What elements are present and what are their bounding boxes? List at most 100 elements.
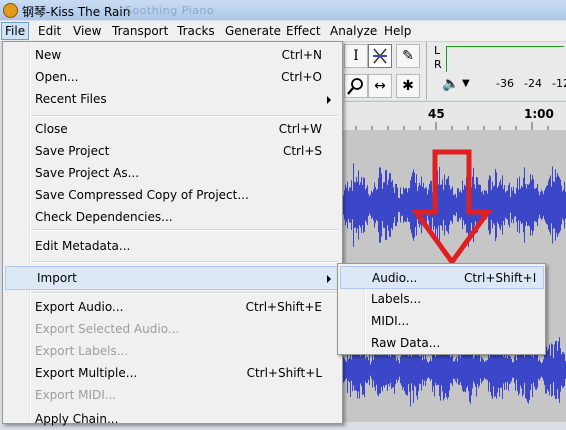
waveform-sample: [428, 189, 429, 221]
waveform-sample: [488, 179, 489, 231]
waveform-sample: [395, 183, 396, 227]
waveform-sample: [428, 362, 429, 378]
waveform-sample: [509, 182, 510, 228]
waveform-sample: [438, 184, 439, 226]
menu-transport[interactable]: Transport: [112, 24, 168, 38]
waveform-sample: [520, 188, 521, 222]
waveform-sample: [552, 344, 553, 396]
menu-file[interactable]: File: [1, 22, 30, 40]
waveform-sample: [521, 351, 522, 389]
waveform-sample: [534, 353, 535, 387]
waveform-sample: [494, 185, 495, 225]
submenu-item-raw-data[interactable]: Raw Data...: [340, 332, 542, 353]
waveform-sample: [551, 186, 552, 224]
submenu-item-label: MIDI...: [371, 314, 410, 328]
meter-right-label: R: [434, 58, 442, 71]
chevron-down-icon[interactable]: ▼: [462, 78, 470, 89]
waveform-sample: [368, 194, 369, 216]
menu-generate[interactable]: Generate: [225, 24, 281, 38]
waveform-sample: [439, 166, 440, 244]
submenu-item-audio[interactable]: Audio... Ctrl+Shift+I: [340, 266, 544, 289]
submenu-item-labels[interactable]: Labels...: [340, 288, 542, 309]
waveform-sample: [382, 348, 383, 392]
waveform-sample: [348, 191, 349, 219]
waveform-sample: [447, 178, 448, 232]
menu-item-edit-metadata[interactable]: Edit Metadata...: [4, 235, 339, 257]
waveform-sample: [360, 182, 361, 228]
timeline-ruler[interactable]: 45 1:00: [342, 101, 566, 131]
waveform-sample: [541, 363, 542, 377]
waveform-sample: [558, 175, 559, 235]
waveform-sample: [380, 167, 381, 243]
submenu-item-midi[interactable]: MIDI...: [340, 310, 542, 331]
zoom-tool-icon[interactable]: [344, 74, 368, 98]
waveform-sample: [346, 188, 347, 222]
menu-item-import[interactable]: Import: [5, 266, 340, 290]
menu-view[interactable]: View: [73, 24, 101, 38]
waveform-sample: [369, 196, 370, 214]
menu-item-export-audio[interactable]: Export Audio... Ctrl+Shift+E: [4, 296, 339, 318]
multi-tool-icon[interactable]: ✱: [396, 74, 420, 98]
menu-tracks[interactable]: Tracks: [177, 24, 215, 38]
menu-item-export-midi[interactable]: Export MIDI...: [4, 384, 339, 406]
menu-item-export-selected-audio[interactable]: Export Selected Audio...: [4, 318, 339, 340]
menu-item-open[interactable]: Open... Ctrl+O: [4, 66, 339, 88]
waveform-sample: [404, 348, 405, 392]
waveform-sample: [365, 358, 366, 382]
app-icon: [3, 3, 18, 18]
menu-item-save-compressed-copy-of-project[interactable]: Save Compressed Copy of Project...: [4, 184, 339, 206]
waveform-sample: [499, 182, 500, 228]
menu-effect[interactable]: Effect: [286, 24, 321, 38]
draw-tool-icon[interactable]: ✎: [396, 44, 420, 68]
waveform-sample: [529, 183, 530, 227]
menu-item-save-project[interactable]: Save Project Ctrl+S: [4, 140, 339, 162]
waveform-sample: [368, 360, 369, 380]
waveform-sample: [364, 178, 365, 232]
envelope-tool-icon[interactable]: [368, 44, 392, 68]
menu-item-close[interactable]: Close Ctrl+W: [4, 118, 339, 140]
waveform-sample: [556, 341, 557, 399]
menu-item-check-dependencies[interactable]: Check Dependencies...: [4, 206, 339, 228]
menu-item-shortcut: Ctrl+Shift+L: [246, 366, 322, 380]
waveform-sample: [518, 189, 519, 221]
selection-tool-icon[interactable]: I: [344, 44, 368, 68]
menu-item-new[interactable]: New Ctrl+N: [4, 44, 339, 66]
menu-item-export-labels[interactable]: Export Labels...: [4, 340, 339, 362]
waveform-sample: [496, 172, 497, 238]
timeshift-tool-icon[interactable]: ↔: [368, 74, 392, 98]
waveform-sample: [459, 355, 460, 385]
waveform-sample: [359, 184, 360, 226]
waveform-sample: [498, 352, 499, 388]
waveform-sample: [381, 173, 382, 237]
waveform-sample: [408, 188, 409, 222]
waveform-sample: [374, 353, 375, 387]
waveform-sample: [548, 348, 549, 392]
waveform-sample: [420, 355, 421, 385]
waveform-sample: [400, 356, 401, 384]
waveform-sample: [516, 187, 517, 223]
menu-help[interactable]: Help: [384, 24, 411, 38]
menu-edit[interactable]: Edit: [38, 24, 61, 38]
menu-analyze[interactable]: Analyze: [330, 24, 377, 38]
waveform-sample: [462, 349, 463, 391]
menu-item-recent-files[interactable]: Recent Files: [4, 88, 339, 110]
waveform-sample: [371, 190, 372, 220]
waveform-sample: [454, 361, 455, 379]
menu-item-save-project-as[interactable]: Save Project As...: [4, 162, 339, 184]
menu-bar: File Edit View Transport Tracks Generate Effec…: [0, 21, 566, 42]
waveform-sample: [524, 357, 525, 383]
waveform-sample: [386, 355, 387, 385]
waveform-sample: [548, 180, 549, 230]
waveform-sample: [467, 353, 468, 387]
menu-item-apply-chain[interactable]: Apply Chain...: [4, 408, 339, 430]
waveform-sample: [515, 194, 516, 216]
waveform-sample: [461, 354, 462, 386]
waveform-sample: [444, 174, 445, 236]
menu-item-export-multiple[interactable]: Export Multiple... Ctrl+Shift+L: [4, 362, 339, 384]
waveform-sample: [549, 344, 550, 396]
waveform-sample: [437, 354, 438, 386]
submenu-item-shortcut: Ctrl+Shift+I: [464, 271, 537, 285]
waveform-sample: [449, 349, 450, 391]
menu-item-shortcut: Ctrl+O: [281, 70, 322, 84]
waveform-sample: [557, 172, 558, 238]
